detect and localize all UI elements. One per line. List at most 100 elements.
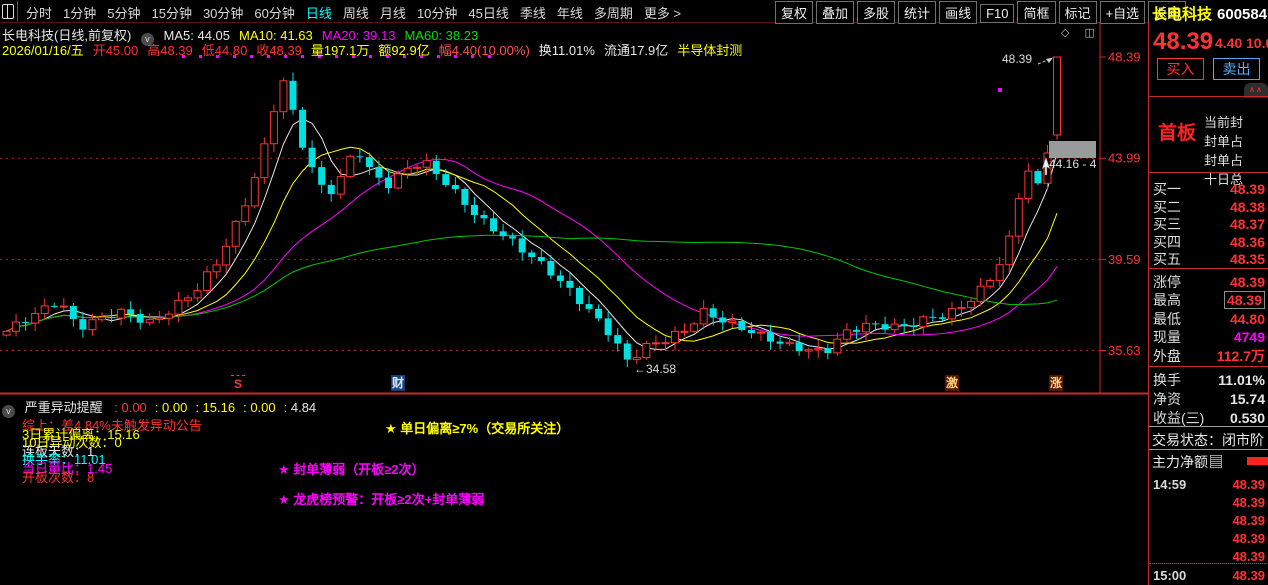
menu-item-季线[interactable]: 季线 — [520, 6, 546, 21]
stat-row: 换手11.01% — [1153, 370, 1265, 390]
info-segment: 换11.01% — [539, 43, 595, 58]
tick-row[interactable]: 14:5948.39 — [1153, 477, 1265, 492]
separator — [1149, 366, 1268, 367]
toolbar-button-画线[interactable]: 画线 — [939, 1, 977, 24]
stat-row: 涨停48.39 — [1153, 272, 1265, 292]
tick-row[interactable]: 15:0048.39 — [1153, 568, 1265, 583]
info-segment: 半导体封测 — [677, 43, 742, 58]
candlestick-chart[interactable]: 48.3943.9939.5935.63 长电科技(日线,前复权) v MA5:… — [0, 22, 1148, 395]
tick-row[interactable]: 48.39 — [1153, 531, 1265, 546]
svg-text:43.99: 43.99 — [1108, 151, 1141, 166]
stock-title: 长电科技 600584 — [1152, 3, 1267, 24]
tick-row[interactable]: 48.39 — [1153, 549, 1265, 564]
stock-name: 长电科技 — [1152, 6, 1212, 23]
separator — [1149, 96, 1268, 97]
menu-item-1分钟[interactable]: 1分钟 — [63, 6, 96, 21]
chart-canvas[interactable]: 48.3943.9939.5935.63 — [0, 22, 1148, 395]
alert-header-value: : 0.00 — [114, 400, 147, 415]
menu-item-10分钟[interactable]: 10分钟 — [417, 6, 457, 21]
event-marker-S[interactable]: S — [231, 375, 245, 392]
event-marker-涨[interactable]: 涨 — [1049, 375, 1063, 391]
bid-label: 买五 — [1153, 249, 1181, 269]
svg-text:35.63: 35.63 — [1108, 343, 1141, 358]
toolbar-button-叠加[interactable]: 叠加 — [816, 1, 854, 24]
menu-item-30分钟[interactable]: 30分钟 — [203, 6, 243, 21]
menu-item-5分钟[interactable]: 5分钟 — [107, 6, 140, 21]
event-marker-财[interactable]: 财 — [391, 375, 405, 391]
alert-header-value: : 0.00 — [243, 400, 276, 415]
stat-value: 44.80 — [1230, 311, 1265, 327]
buy-button[interactable]: 买入 — [1157, 58, 1204, 80]
main-capital-label: 主力净额 — [1152, 454, 1208, 470]
bid-level-row[interactable]: 买五48.35 — [1153, 249, 1265, 269]
tick-price: 48.39 — [1232, 531, 1265, 546]
bid-price: 48.36 — [1230, 234, 1265, 250]
menu-item-月线[interactable]: 月线 — [380, 6, 406, 21]
tick-time: 14:59 — [1153, 477, 1186, 492]
quote-panel: 48.39 4.40 10.00% 买入 卖出 ∧∧ 首板 当前封封单占封单占十… — [1148, 22, 1268, 585]
main-capital-row[interactable]: 主力净额 — [1152, 452, 1268, 472]
stat-row: 外盘 112.7万 — [1153, 346, 1265, 366]
toolbar-button-标记[interactable]: 标记 — [1059, 1, 1097, 24]
stat-label: 收益(三) — [1153, 408, 1204, 428]
stock-code: 600584 — [1217, 6, 1267, 23]
price-change-pct: 10.00% — [1246, 35, 1268, 51]
stat-row: 现量4749 — [1153, 327, 1265, 347]
menu-item-年线[interactable]: 年线 — [557, 6, 583, 21]
stat-label: 换手 — [1153, 370, 1181, 390]
tick-price: 48.39 — [1232, 549, 1265, 564]
toolbar-button-多股[interactable]: 多股 — [857, 1, 895, 24]
info-segment: 量197.1万 — [311, 43, 370, 58]
tick-price: 48.39 — [1232, 495, 1265, 510]
detail-doc-icon[interactable] — [1210, 455, 1222, 468]
alert-header-value: : 0.00 — [155, 400, 188, 415]
toolbar-button-简框[interactable]: 简框 — [1017, 1, 1055, 24]
alert-star-note: ★ 单日偏离≥7%（交易所关注） — [385, 418, 569, 437]
menu-item-周线[interactable]: 周线 — [343, 6, 369, 21]
info-segment: 收48.39 — [256, 43, 302, 58]
seal-info-label: 封单占 — [1204, 131, 1268, 150]
menu-item-60分钟[interactable]: 60分钟 — [254, 6, 294, 21]
tick-row[interactable]: 48.39 — [1153, 513, 1265, 528]
capital-bar — [1247, 457, 1268, 465]
separator — [1149, 449, 1268, 450]
stat-value: 112.7万 — [1217, 346, 1265, 366]
event-marker-激[interactable]: 激 — [945, 375, 959, 391]
stat-row: 最高48.39 — [1153, 290, 1265, 310]
info-segment: 开45.00 — [93, 43, 139, 58]
stat-label: 外盘 — [1153, 346, 1181, 366]
separator — [1149, 426, 1268, 427]
toolbar-button-自选[interactable]: +自选 — [1100, 1, 1146, 24]
info-segment: 低44.80 — [202, 43, 248, 58]
menu-item-更多>[interactable]: 更多 > — [644, 6, 681, 21]
window-layout-icon[interactable] — [2, 4, 14, 19]
tick-row[interactable]: 48.39 — [1153, 495, 1265, 510]
alert-header-values: : 0.00: 0.00: 15.16: 0.00: 4.84 — [106, 400, 316, 415]
separator — [1149, 172, 1268, 173]
menu-item-15分钟[interactable]: 15分钟 — [151, 6, 191, 21]
menu-item-多周期[interactable]: 多周期 — [594, 6, 633, 21]
seal-info-label: 封单占 — [1204, 150, 1268, 169]
stat-value: 0.530 — [1230, 410, 1265, 426]
collapse-indicator-icon[interactable]: v — [2, 405, 15, 418]
alert-star-note: ★ 龙虎榜预警：开板≥2次+封单薄弱 — [278, 489, 484, 508]
info-segment: 额92.9亿 — [378, 43, 429, 58]
stat-label: 最低 — [1153, 309, 1181, 329]
stat-label: 净资 — [1153, 389, 1181, 409]
trade-status: 交易状态：闭市阶 — [1152, 430, 1268, 450]
sell-button[interactable]: 卖出 — [1213, 58, 1260, 80]
chart-corner-icons[interactable]: ◇ ◫ — [1061, 26, 1101, 39]
period-menu: 分时 1分钟 5分钟 15分钟 30分钟 60分钟日线周线月线 10分钟 45日线季线年线多周… — [26, 3, 692, 23]
low-price-annotation: ←34.58 — [634, 362, 676, 376]
toolbar-button-复权[interactable]: 复权 — [775, 1, 813, 24]
price-change: 4.40 — [1215, 35, 1242, 51]
alert-indicator-panel: v 严重异动提醒 : 0.00: 0.00: 15.16: 0.00: 4.84… — [0, 395, 1148, 585]
menu-item-45日线[interactable]: 45日线 — [468, 6, 508, 21]
toolbar-button-统计[interactable]: 统计 — [898, 1, 936, 24]
menu-item-分时[interactable]: 分时 — [26, 6, 52, 21]
toolbar-button-F10[interactable]: F10 — [980, 4, 1014, 23]
alert-title: 严重异动提醒 — [25, 400, 103, 415]
bid-price: 48.37 — [1230, 216, 1265, 232]
stat-row: 最低 44.80 — [1153, 309, 1265, 329]
menu-item-日线[interactable]: 日线 — [306, 6, 332, 21]
